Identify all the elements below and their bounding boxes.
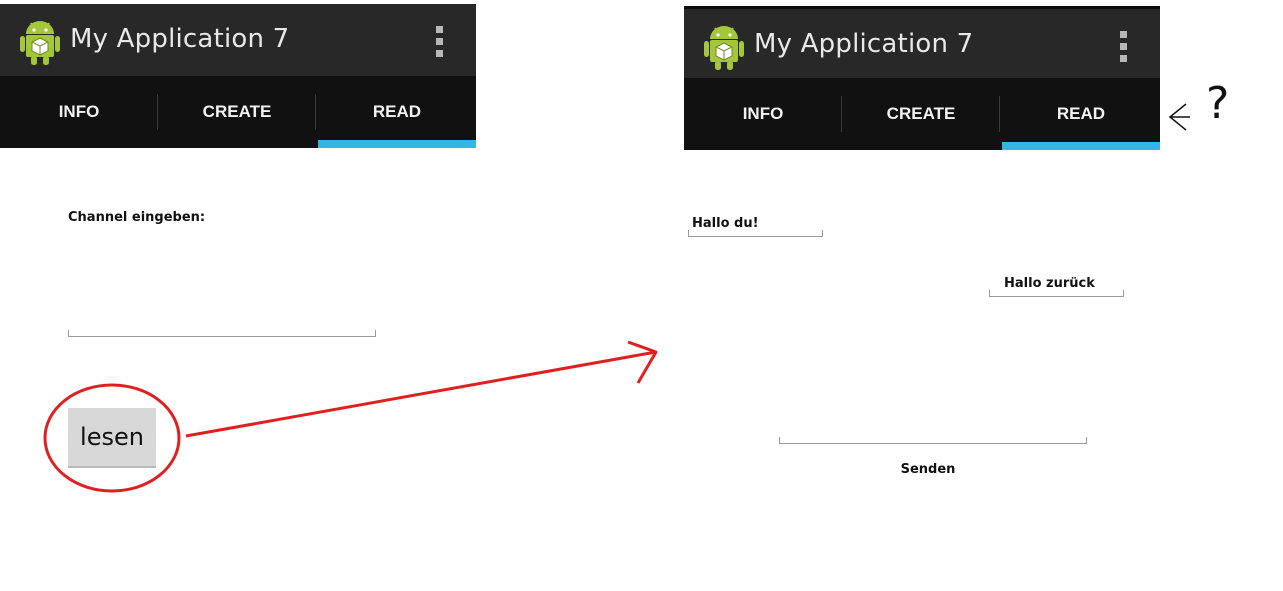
- highlight-circle: [43, 383, 181, 493]
- arrow-head-icon: [627, 340, 658, 384]
- back-arrow-icon: [1168, 103, 1190, 131]
- question-mark: ?: [1206, 78, 1230, 129]
- flow-arrow: [185, 350, 657, 438]
- annotation-layer: [43, 103, 1190, 493]
